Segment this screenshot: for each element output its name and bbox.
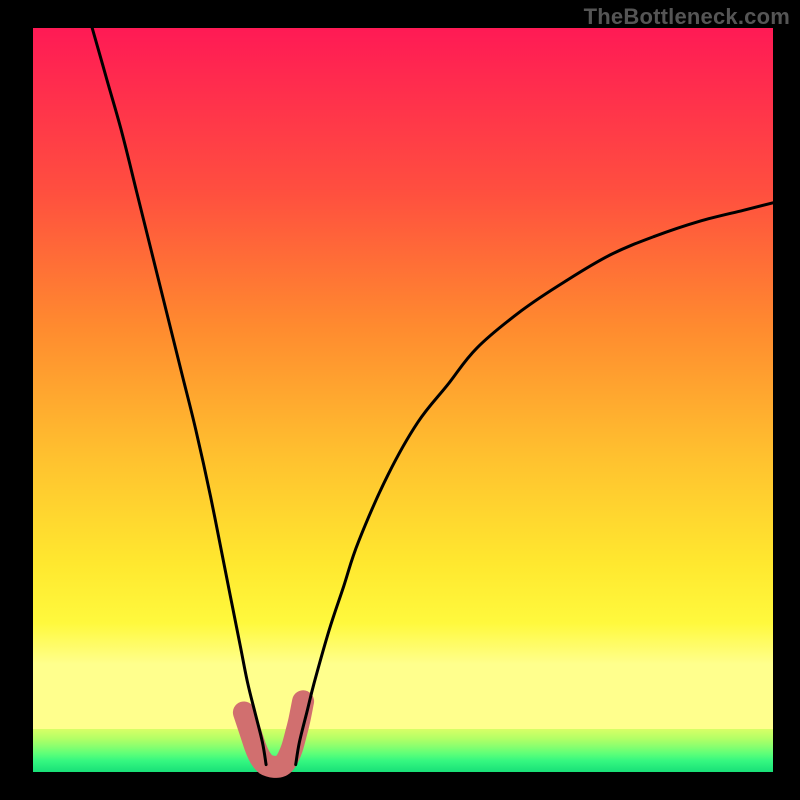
chart-svg	[0, 0, 800, 800]
watermark-text: TheBottleneck.com	[584, 4, 790, 30]
plot-area	[33, 28, 773, 772]
chart-stage: { "watermark": "TheBottleneck.com", "col…	[0, 0, 800, 800]
